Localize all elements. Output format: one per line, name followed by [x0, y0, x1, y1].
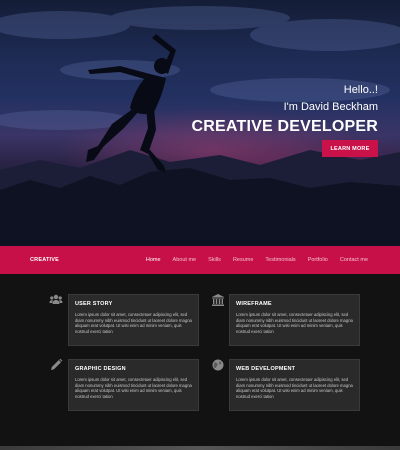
nav-item-contact-me[interactable]: Contact me: [340, 257, 368, 263]
service-description: Lorem ipsum dolor sit amet, consectetuer…: [236, 312, 353, 334]
service-description: Lorem ipsum dolor sit amet, consectetuer…: [236, 377, 353, 399]
service-card-graphic-design: GRAPHIC DESIGN Lorem ipsum dolor sit ame…: [68, 359, 199, 411]
service-card-web-development: WEB DEVELOPMENT Lorem ipsum dolor sit am…: [229, 359, 360, 411]
service-title: GRAPHIC DESIGN: [75, 366, 126, 372]
service-card-user-story: USER STORY Lorem ipsum dolor sit amet, c…: [68, 294, 199, 346]
main-navbar: CREATIVE Home About me Skills Resume Tes…: [0, 246, 400, 274]
service-description: Lorem ipsum dolor sit amet, consectetuer…: [75, 377, 192, 399]
learn-more-button[interactable]: LEARN MORE: [322, 140, 378, 157]
next-section-edge: [0, 446, 400, 450]
globe-icon: [212, 359, 224, 371]
nav-item-skills[interactable]: Skills: [208, 257, 221, 263]
service-title: WEB DEVELOPMENT: [236, 366, 296, 372]
nav-item-testimonials[interactable]: Testimonials: [265, 257, 295, 263]
nav-links: Home About me Skills Resume Testimonials…: [134, 257, 368, 263]
hero-intro: I'm David Beckham: [283, 101, 378, 113]
brand-logo[interactable]: CREATIVE: [30, 257, 59, 263]
hero-headline: CREATIVE DEVELOPER: [191, 118, 378, 135]
pencil-icon: [51, 358, 63, 370]
nav-item-portfolio[interactable]: Portfolio: [308, 257, 328, 263]
service-title: WIREFRAME: [236, 301, 272, 307]
service-description: Lorem ipsum dolor sit amet, consectetuer…: [75, 312, 192, 334]
nav-item-home[interactable]: Home: [146, 257, 161, 263]
services-section: USER STORY Lorem ipsum dolor sit amet, c…: [0, 274, 400, 446]
users-icon: [49, 294, 63, 304]
nav-item-about-me[interactable]: About me: [173, 257, 197, 263]
hero-greeting: Hello..!: [343, 84, 378, 96]
service-card-wireframe: WIREFRAME Lorem ipsum dolor sit amet, co…: [229, 294, 360, 346]
nav-item-resume[interactable]: Resume: [233, 257, 253, 263]
bank-icon: [212, 294, 224, 306]
hero-section: Hello..! I'm David Beckham CREATIVE DEVE…: [0, 0, 400, 246]
service-title: USER STORY: [75, 301, 113, 307]
